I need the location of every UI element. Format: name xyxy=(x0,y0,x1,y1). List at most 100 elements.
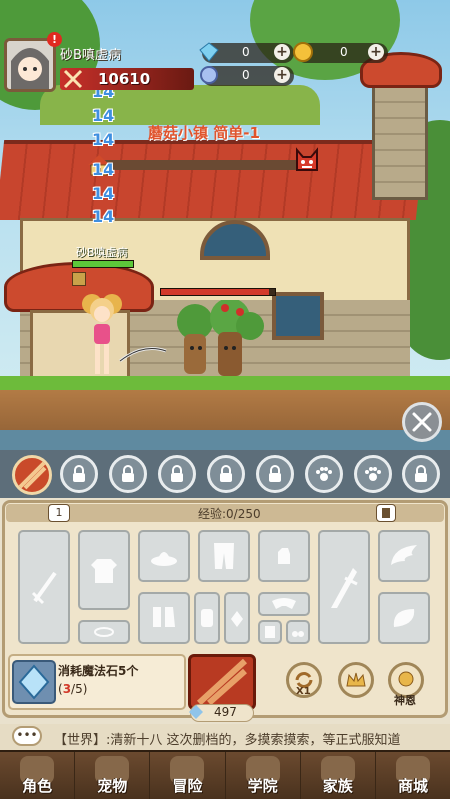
crown-button[interactable] xyxy=(338,662,374,698)
auto-battle-button[interactable] xyxy=(402,402,442,442)
boss-demon-icon xyxy=(292,146,322,176)
slash-skill-icon xyxy=(196,658,248,706)
armor-slot[interactable] xyxy=(78,530,130,610)
power-value: 10610 xyxy=(98,70,151,88)
nav-label: 家族 xyxy=(322,777,353,795)
add-diamond-button[interactable]: + xyxy=(274,44,290,60)
water xyxy=(0,430,450,450)
paw-icon xyxy=(365,467,381,481)
gem-value: 0 xyxy=(242,68,250,82)
nav-pet[interactable]: 宠物 xyxy=(75,752,151,799)
chimney xyxy=(372,80,428,200)
ring-slot[interactable] xyxy=(78,620,130,644)
earring-icon xyxy=(292,631,304,637)
lock-icon xyxy=(220,465,232,482)
wings-icon xyxy=(391,545,417,565)
player-avatar[interactable] xyxy=(4,38,56,92)
nav-shop[interactable]: 商城 xyxy=(376,752,450,799)
coin-resource: 0 + xyxy=(293,42,388,63)
skill-slot-locked[interactable] xyxy=(402,455,440,493)
player-name: 砂B嗔虚病 xyxy=(60,48,121,63)
buff-icon xyxy=(72,272,86,286)
skill-slot-locked[interactable] xyxy=(109,455,147,493)
pet-slot-locked[interactable] xyxy=(354,455,392,493)
armor-icon xyxy=(91,559,117,583)
wings-slot[interactable] xyxy=(378,530,430,582)
skill-slot-locked[interactable] xyxy=(158,455,196,493)
lock-icon xyxy=(122,465,134,482)
upper-ledge xyxy=(40,85,320,125)
crystal-sword-icon xyxy=(331,568,358,608)
stone-count: 497 xyxy=(214,705,237,719)
ring-icon xyxy=(94,627,114,637)
talisman-slot[interactable] xyxy=(258,620,282,644)
helmet-slot[interactable] xyxy=(138,530,190,582)
chat-message: 【世界】:清新十八 这次删档的，多摸索摸索，等正式服知道 xyxy=(54,733,401,748)
talisman-icon xyxy=(265,626,275,638)
damage-number: 14 xyxy=(92,130,115,149)
mask-slot[interactable] xyxy=(258,592,310,616)
lock-icon xyxy=(269,465,281,482)
crown-icon xyxy=(346,672,366,687)
stone-small-icon xyxy=(188,704,204,720)
offhand-slot[interactable] xyxy=(318,530,370,644)
enemy-hp-fill xyxy=(161,289,270,295)
info-button[interactable] xyxy=(376,504,396,522)
leaf-icon xyxy=(393,609,415,627)
paw-icon xyxy=(316,467,332,481)
boots-icon xyxy=(153,607,175,627)
lock-icon xyxy=(73,465,85,482)
nav-label: 宠物 xyxy=(97,777,128,795)
nav-label: 商城 xyxy=(397,777,428,795)
leaf-slot[interactable] xyxy=(378,592,430,644)
hero-sword xyxy=(118,345,168,365)
damage-number: 14 xyxy=(92,160,115,179)
stage-progress-track xyxy=(90,160,302,170)
world-chat-bar[interactable]: ••• 【世界】:清新十八 这次删档的，多摸索摸索，等正式服知道 xyxy=(0,724,450,750)
house-roof xyxy=(0,140,425,220)
hat-icon xyxy=(151,552,177,566)
lock-icon xyxy=(171,465,183,482)
gem-icon xyxy=(198,64,220,86)
magic-stone-icon xyxy=(12,660,56,704)
damage-number: 14 xyxy=(92,184,115,203)
chat-bubble-icon[interactable]: ••• xyxy=(12,726,42,746)
pendant-icon xyxy=(231,611,243,627)
skill-slot-locked[interactable] xyxy=(256,455,294,493)
pants-icon xyxy=(214,543,234,569)
boots-slot[interactable] xyxy=(138,592,190,644)
gloves-slot[interactable] xyxy=(258,530,310,582)
bracer-slot[interactable] xyxy=(194,592,220,644)
consume-total: /5) xyxy=(71,682,88,696)
nav-academy[interactable]: 学院 xyxy=(226,752,301,799)
skill-slot-active[interactable] xyxy=(12,455,52,495)
add-coin-button[interactable]: + xyxy=(368,44,384,60)
pants-slot[interactable] xyxy=(198,530,250,582)
diamond-value: 0 xyxy=(242,45,250,59)
nav-family[interactable]: 家族 xyxy=(301,752,376,799)
lock-icon xyxy=(415,465,427,482)
bracer-icon xyxy=(201,609,213,627)
skill-slot-locked[interactable] xyxy=(60,455,98,493)
crossed-swords-icon xyxy=(412,412,432,432)
pet-slot-locked[interactable] xyxy=(305,455,343,493)
damage-number: 14 xyxy=(92,207,115,226)
multiplier-label: X1 xyxy=(296,686,311,697)
blessing-icon xyxy=(398,671,414,687)
consume-count: (3/5) xyxy=(58,682,87,696)
hero-hp-fill xyxy=(73,261,133,267)
enemy-hp-bar xyxy=(160,288,276,296)
add-gem-button[interactable]: + xyxy=(274,67,290,83)
weapon-slot[interactable] xyxy=(18,530,70,644)
nav-label: 冒险 xyxy=(172,777,203,795)
upgrade-target-item[interactable] xyxy=(188,654,256,710)
blessing-label: 神恩 xyxy=(394,694,416,707)
exp-label: 经验:0/250 xyxy=(198,507,261,521)
window-square xyxy=(272,292,324,340)
earring-slot[interactable] xyxy=(286,620,310,644)
necklace-slot[interactable] xyxy=(224,592,250,644)
skill-slot-locked[interactable] xyxy=(207,455,245,493)
nav-adventure[interactable]: 冒险 xyxy=(150,752,226,799)
power-swords-icon xyxy=(62,68,84,90)
nav-character[interactable]: 角色 xyxy=(0,752,76,799)
